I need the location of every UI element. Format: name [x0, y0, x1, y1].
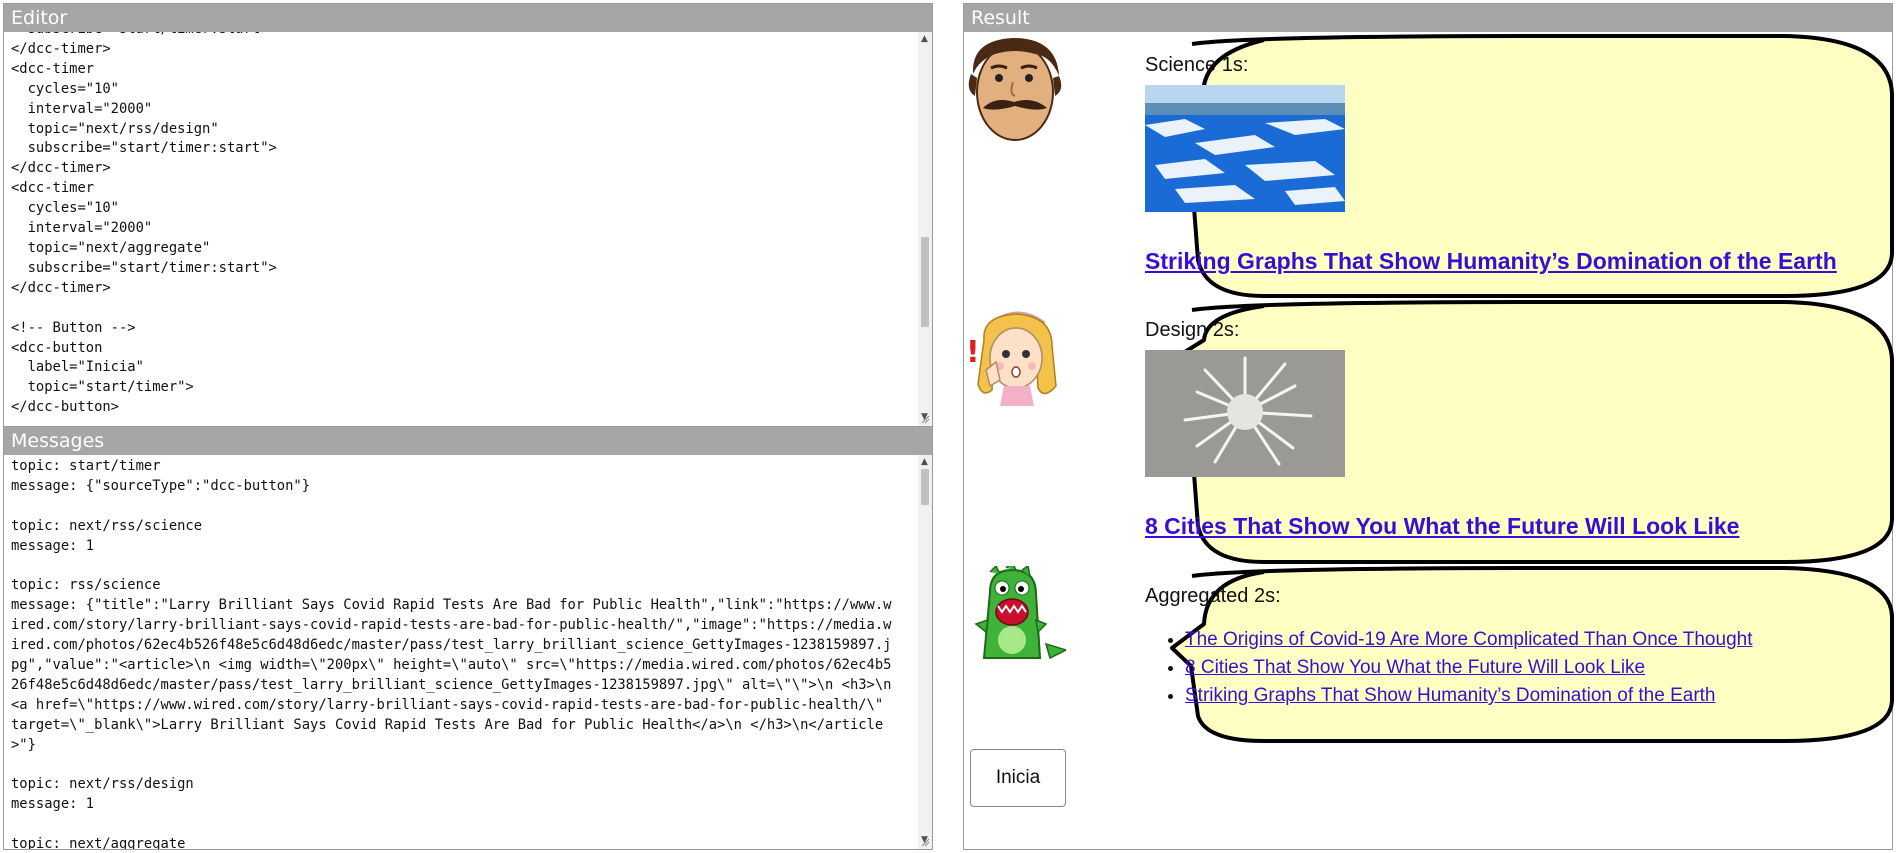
- editor-code-line: <dcc-button: [11, 339, 103, 356]
- aggregated-card: Aggregated 2s: The Origins of Covid-19 A…: [1145, 585, 1752, 710]
- green-dinosaur-avatar-icon: [974, 566, 1066, 660]
- aggregated-link[interactable]: The Origins of Covid-19 Are More Complic…: [1185, 629, 1752, 650]
- message-topic: topic: rss/science: [11, 577, 161, 594]
- result-panel: Result Science 1s: Striking Graphs That …: [963, 3, 1894, 850]
- message-body: message: {"title":"Larry Brilliant Says …: [11, 597, 892, 753]
- editor-code-line: </dcc-button>: [11, 399, 119, 416]
- science-card: Science 1s: Striking Graphs That Show Hu…: [1145, 54, 1837, 275]
- editor-code-line: interval="2000": [11, 100, 153, 117]
- messages-panel-title: Messages: [4, 427, 932, 455]
- message-body: message: {"sourceType":"dcc-button"}: [11, 477, 311, 494]
- editor-panel: Editor subscribe="start/timer:start"></d…: [3, 3, 933, 427]
- message-topic: topic: start/timer: [11, 458, 161, 474]
- editor-code-line: </dcc-timer>: [11, 160, 111, 177]
- editor-code-line: label="Inicia": [11, 359, 144, 376]
- message-body: message: 1: [11, 796, 95, 813]
- science-title: Science 1s:: [1145, 54, 1249, 76]
- editor-code-line: cycles="10": [11, 200, 119, 217]
- list-item: 8 Cities That Show You What the Future W…: [1185, 654, 1752, 682]
- svg-text:!: !: [966, 335, 980, 370]
- messages-scrollbar[interactable]: ▲ ▼: [918, 455, 932, 849]
- editor-code-line: cycles="10": [11, 80, 119, 97]
- editor-code-line: interval="2000": [11, 220, 153, 237]
- list-item: Striking Graphs That Show Humanity’s Dom…: [1185, 682, 1752, 710]
- editor-code-line: <dcc-timer: [11, 60, 95, 77]
- design-title: Design 2s:: [1145, 319, 1240, 341]
- result-panel-title: Result: [964, 4, 1892, 32]
- messages-scrollbar-thumb[interactable]: [921, 469, 929, 505]
- design-card: Design 2s: 8 Cities That Show You What t…: [1145, 319, 1739, 540]
- science-headline-link[interactable]: Striking Graphs That Show Humanity’s Dom…: [1145, 248, 1837, 275]
- editor-code-line: [11, 299, 918, 319]
- scroll-up-arrow-icon[interactable]: ▲: [921, 34, 928, 44]
- editor-code-line: subscribe="start/timer:start">: [11, 32, 918, 40]
- editor-code-line: topic="start/timer">: [11, 379, 194, 396]
- editor-code-line: topic="next/aggregate": [11, 239, 211, 256]
- message-topic: topic: next/rss/design: [11, 776, 194, 793]
- nurse-avatar-icon: !: [966, 311, 1057, 406]
- inicia-button[interactable]: Inicia: [970, 749, 1066, 807]
- aggregated-link[interactable]: 8 Cities That Show You What the Future W…: [1185, 657, 1645, 678]
- editor-code-line: </dcc-timer>: [11, 40, 111, 57]
- editor-code-line: subscribe="start/timer:start">: [11, 259, 277, 276]
- editor-scrollbar[interactable]: ▲ ▼: [918, 32, 932, 426]
- man-with-mustache-avatar-icon: [968, 38, 1062, 141]
- editor-panel-title: Editor: [4, 4, 932, 32]
- messages-log-area[interactable]: topic: start/timer message: {"sourceType…: [4, 455, 918, 849]
- science-article-image: [1145, 85, 1345, 212]
- messages-log: topic: start/timer message: {"sourceType…: [4, 455, 918, 849]
- message-body: message: 1: [11, 537, 95, 554]
- scroll-up-arrow-icon[interactable]: ▲: [921, 457, 928, 467]
- editor-code-line: topic="next/rss/design": [11, 120, 219, 137]
- list-item: The Origins of Covid-19 Are More Complic…: [1185, 626, 1752, 654]
- editor-code-line: </dcc-timer>: [11, 279, 111, 296]
- message-topic: topic: next/rss/science: [11, 517, 203, 534]
- editor-scrollbar-thumb[interactable]: [921, 237, 929, 327]
- aggregated-title: Aggregated 2s:: [1145, 585, 1281, 607]
- aggregated-list: The Origins of Covid-19 Are More Complic…: [1145, 626, 1752, 710]
- editor-code-text[interactable]: subscribe="start/timer:start"></dcc-time…: [4, 32, 918, 418]
- editor-code-line: subscribe="start/timer:start">: [11, 140, 277, 157]
- messages-panel: Messages topic: start/timer message: {"s…: [3, 426, 933, 850]
- design-article-image: [1145, 350, 1345, 477]
- resize-grip-icon[interactable]: [921, 838, 930, 847]
- aggregated-link[interactable]: Striking Graphs That Show Humanity’s Dom…: [1185, 685, 1716, 706]
- message-topic: topic: next/aggregate: [11, 836, 186, 849]
- design-headline-link[interactable]: 8 Cities That Show You What the Future W…: [1145, 513, 1739, 540]
- editor-code-area[interactable]: subscribe="start/timer:start"></dcc-time…: [4, 32, 918, 426]
- editor-code-line: <dcc-timer: [11, 180, 95, 197]
- editor-code-line: <!-- Button -->: [11, 319, 136, 336]
- resize-grip-icon[interactable]: [921, 415, 930, 424]
